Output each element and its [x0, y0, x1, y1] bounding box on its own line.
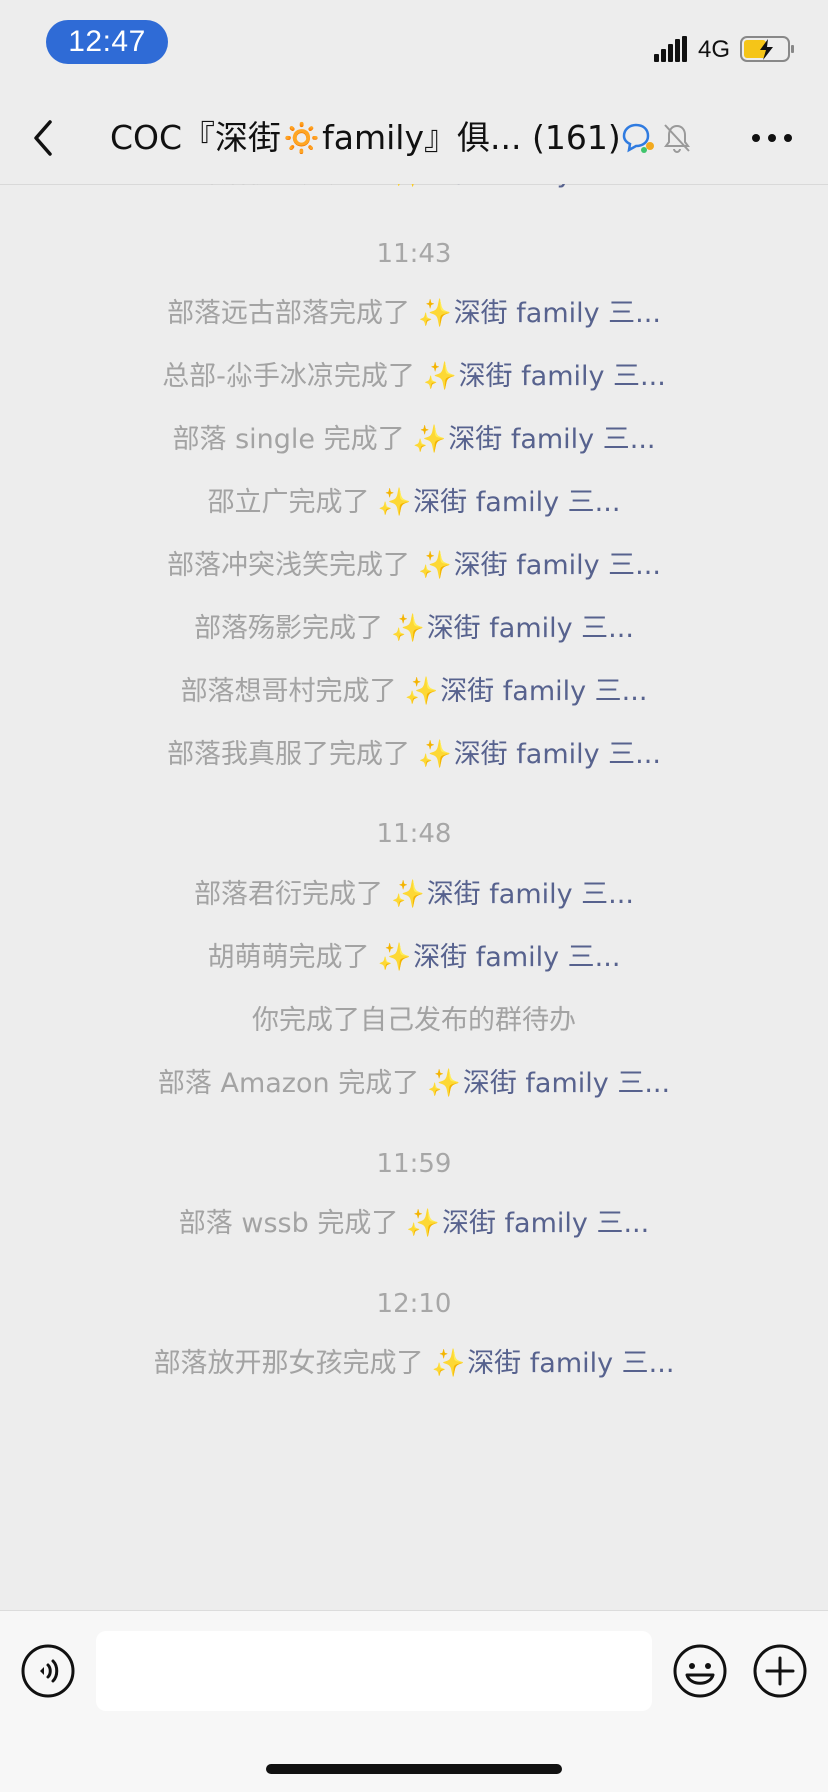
sparkles-icon: ✨ — [418, 739, 452, 770]
todo-link[interactable]: 深街 family 三... — [454, 739, 661, 770]
sparkles-icon: ✨ — [406, 1208, 440, 1239]
message-prefix: 部落我真服了完成了 — [167, 739, 411, 770]
todo-completed-message: 部落 single 完成了 ✨深街 family 三... — [0, 420, 828, 460]
todo-completed-message: 部落殇影完成了 ✨深街 family 三... — [0, 609, 828, 649]
todo-link[interactable]: 深街 family 三... — [467, 1348, 674, 1379]
mute-bell-icon — [664, 124, 690, 154]
message-prefix: 部落远古部落完成了 — [167, 298, 411, 329]
message-prefix: 胡萌萌完成了 — [207, 942, 370, 973]
sparkles-icon: ✨ — [418, 298, 452, 329]
todo-completed-message: 部落我真服了完成了 ✨深街 family 三... — [0, 735, 828, 775]
todo-completed-message: 部落放开那女孩完成了 ✨深街 family 三... — [0, 1344, 828, 1384]
signal-bars-icon — [654, 36, 687, 62]
back-chevron-icon[interactable] — [28, 116, 60, 160]
todo-completed-message: 部落 Amazon 完成了 ✨深街 family 三... — [0, 1064, 828, 1104]
todo-link[interactable]: 深街 family 三... — [442, 1208, 649, 1239]
sparkles-icon: ✨ — [391, 879, 425, 910]
todo-completed-message: 部落樱花完成了 ✨深街 family 三... — [0, 184, 828, 194]
todo-completed-message: 部落 wssb 完成了 ✨深街 family 三... — [0, 1204, 828, 1244]
sparkles-icon: ✨ — [391, 613, 425, 644]
sparkles-icon: ✨ — [422, 361, 457, 392]
plus-icon[interactable] — [752, 1643, 808, 1699]
message-prefix: 部落殇影完成了 — [194, 613, 384, 644]
sparkles-icon: ✨ — [431, 1348, 466, 1379]
message-prefix: 总部-尛手冰凉完成了 — [162, 361, 415, 392]
chat-screen: 12:47 4G COC『深街🔅family』俱... (161) 11:43 … — [0, 0, 828, 1792]
status-time[interactable]: 12:47 — [46, 20, 168, 64]
message-prefix: 邵立广完成了 — [207, 487, 370, 518]
todo-link[interactable]: 深街 family 三... — [427, 184, 634, 189]
todo-link[interactable]: 深街 family 三... — [454, 298, 661, 329]
home-indicator[interactable] — [266, 1764, 562, 1774]
todo-link[interactable]: 深街 family 三... — [448, 424, 655, 455]
message-prefix: 部落放开那女孩完成了 — [153, 1348, 424, 1379]
sparkles-icon: ✨ — [377, 487, 412, 518]
nav-bar: COC『深街🔅family』俱... (161) — [0, 92, 828, 185]
message-prefix: 部落 single 完成了 — [172, 424, 405, 455]
sparkles-icon: ✨ — [391, 184, 425, 189]
timestamp-label: 11:43 — [376, 239, 452, 269]
todo-link[interactable]: 深街 family 三... — [463, 1068, 670, 1099]
todo-link[interactable]: 深街 family 三... — [413, 942, 620, 973]
todo-link[interactable]: 深街 family 三... — [440, 676, 647, 707]
message-list[interactable]: 部落樱花完成了✨深街 family 三...11:43部落远古部落完成了✨深街 … — [0, 184, 828, 1610]
todo-completed-message: 部落想哥村完成了 ✨深街 family 三... — [0, 672, 828, 712]
message-prefix: 部落 wssb 完成了 — [178, 1208, 399, 1239]
todo-link[interactable]: 深街 family 三... — [459, 361, 666, 392]
group-chat-icon — [622, 123, 654, 153]
sparkles-icon: ✨ — [418, 550, 452, 581]
todo-link[interactable]: 深街 family 三... — [427, 879, 634, 910]
sparkles-icon: ✨ — [427, 1068, 461, 1099]
todo-completed-message: 胡萌萌完成了 ✨深街 family 三... — [0, 938, 828, 978]
message-input[interactable] — [96, 1631, 652, 1711]
message-prefix: 部落想哥村完成了 — [180, 676, 397, 707]
timestamp-label: 12:10 — [376, 1289, 452, 1319]
message-prefix: 部落君衍完成了 — [194, 879, 384, 910]
network-type: 4G — [698, 36, 731, 63]
todo-completed-message: 部落君衍完成了 ✨深街 family 三... — [0, 875, 828, 915]
todo-completed-message: 邵立广完成了 ✨深街 family 三... — [0, 483, 828, 523]
status-bar: 12:47 4G — [0, 0, 828, 92]
more-dots-icon[interactable] — [748, 120, 796, 156]
todo-completed-message: 部落冲突浅笑完成了 ✨深街 family 三... — [0, 546, 828, 586]
message-prefix: 部落樱花完成了 — [194, 184, 383, 189]
timestamp-label: 11:59 — [376, 1149, 452, 1179]
emoji-icon[interactable] — [672, 1643, 728, 1699]
message-prefix: 部落 Amazon 完成了 — [157, 1068, 420, 1099]
sparkles-icon: ✨ — [377, 942, 412, 973]
voice-input-icon[interactable] — [20, 1643, 76, 1699]
system-message: 你完成了自己发布的群待办 — [252, 1005, 576, 1036]
sparkles-icon: ✨ — [404, 676, 439, 707]
todo-completed-message: 总部-尛手冰凉完成了 ✨深街 family 三... — [0, 357, 828, 397]
todo-completed-message: 部落远古部落完成了 ✨深街 family 三... — [0, 294, 828, 334]
chat-title[interactable]: COC『深街🔅family』俱... (161) — [110, 92, 620, 184]
todo-link[interactable]: 深街 family 三... — [454, 550, 661, 581]
sparkles-icon: ✨ — [412, 424, 447, 455]
todo-link[interactable]: 深街 family 三... — [413, 487, 620, 518]
battery-charging-icon — [740, 36, 794, 62]
todo-link[interactable]: 深街 family 三... — [427, 613, 634, 644]
message-prefix: 部落冲突浅笑完成了 — [167, 550, 411, 581]
timestamp-label: 11:48 — [376, 819, 452, 849]
